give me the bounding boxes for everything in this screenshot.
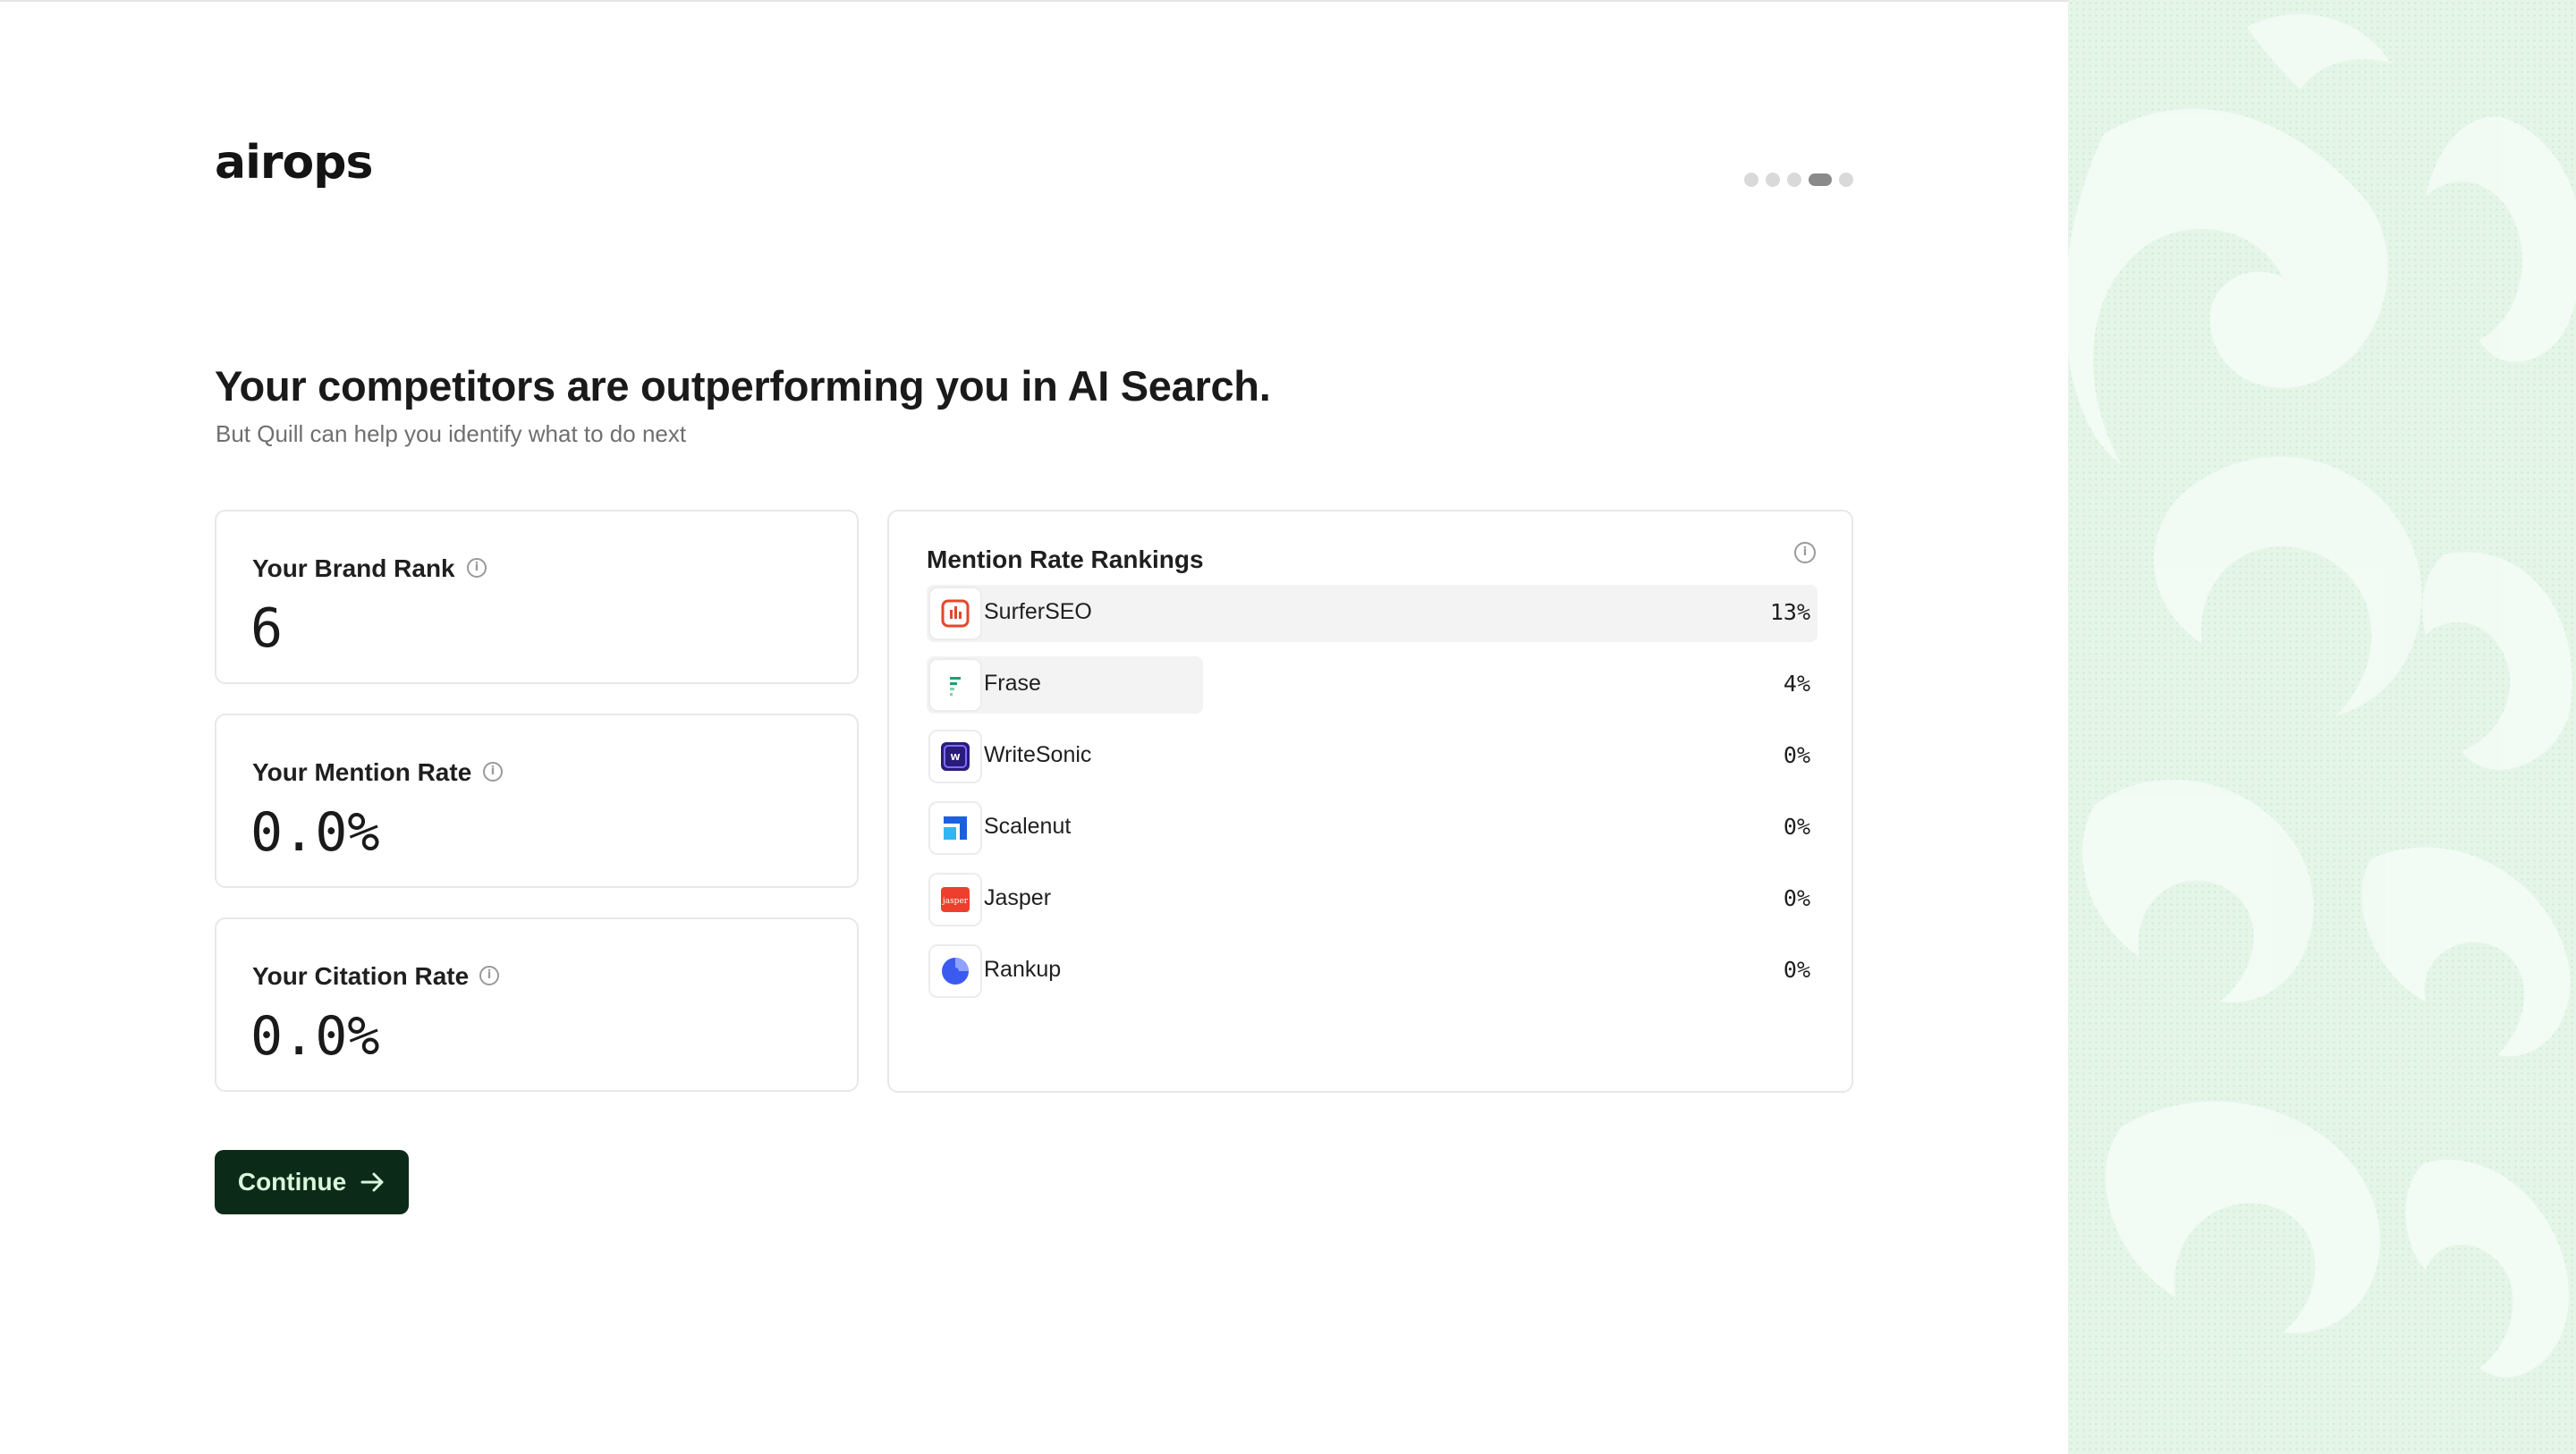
mention-rate-label: Your Mention Rate: [252, 758, 472, 786]
svg-text:W: W: [950, 753, 960, 763]
page-subtitle: But Quill can help you identify what to …: [216, 420, 687, 447]
jasper-logo-icon: jasper: [928, 873, 982, 926]
info-icon[interactable]: i: [479, 966, 499, 985]
mention-rate-value: 0.0%: [250, 801, 380, 864]
competitor-name: Scalenut: [984, 814, 1072, 839]
progress-dot-1: [1744, 173, 1758, 187]
competitor-pct: 0%: [1783, 957, 1810, 983]
competitor-pct: 13%: [1769, 599, 1810, 625]
citation-rate-card: Your Citation Rate i 0.0%: [215, 917, 859, 1092]
info-icon[interactable]: i: [1794, 542, 1816, 563]
info-icon[interactable]: i: [467, 558, 487, 578]
rankings-title: Mention Rate Rankings: [927, 545, 1204, 573]
continue-label: Continue: [237, 1168, 347, 1196]
competitor-name: WriteSonic: [984, 742, 1092, 767]
rankings-list: SurferSEO 13% Frase 4% W WriteSonic 0% S…: [927, 585, 1818, 1014]
page-title: Your competitors are outperforming you i…: [215, 362, 1271, 410]
progress-dot-5: [1839, 173, 1853, 187]
arrow-right-icon: [360, 1172, 384, 1192]
mention-rate-rankings-card: Mention Rate Rankings i SurferSEO 13% Fr…: [887, 510, 1853, 1093]
brand-rank-card: Your Brand Rank i 6: [215, 510, 859, 684]
progress-dot-2: [1766, 173, 1780, 187]
ranking-row-frase: Frase 4%: [927, 656, 1818, 714]
ranking-row-surferseo: SurferSEO 13%: [927, 585, 1818, 642]
competitor-pct: 4%: [1783, 671, 1810, 697]
competitor-name: Frase: [984, 671, 1041, 696]
decorative-side-panel: [2068, 0, 2576, 1454]
competitor-pct: 0%: [1783, 742, 1810, 768]
competitor-name: Jasper: [984, 885, 1052, 910]
info-icon[interactable]: i: [483, 762, 503, 782]
progress-dot-4-active: [1809, 173, 1832, 186]
competitor-pct: 0%: [1783, 814, 1810, 840]
frase-logo-icon: [928, 658, 982, 712]
rankup-logo-icon: [928, 944, 982, 998]
mention-rate-card: Your Mention Rate i 0.0%: [215, 714, 859, 888]
jasper-logo-text: jasper: [942, 897, 969, 906]
progress-dot-3: [1787, 173, 1801, 187]
scalenut-logo-icon: [928, 801, 982, 855]
competitor-name: Rankup: [984, 957, 1062, 982]
competitor-pct: 0%: [1783, 885, 1810, 911]
citation-rate-label: Your Citation Rate: [252, 962, 470, 990]
main-content: airops Your competitors are outperformin…: [0, 0, 2068, 1454]
airops-logo: airops: [215, 136, 373, 190]
ranking-row-jasper: jasper Jasper 0%: [927, 871, 1818, 928]
brand-rank-label: Your Brand Rank: [252, 554, 455, 582]
brand-rank-value: 6: [250, 597, 284, 660]
ranking-row-rankup: Rankup 0%: [927, 943, 1818, 1000]
citation-rate-value: 0.0%: [250, 1005, 380, 1068]
surferseo-logo-icon: [928, 587, 982, 640]
floral-ornament-graphic: [2068, 13, 2576, 1378]
ranking-row-writesonic: W WriteSonic 0%: [927, 728, 1818, 785]
writesonic-logo-icon: W: [928, 730, 982, 783]
ranking-row-scalenut: Scalenut 0%: [927, 799, 1818, 857]
continue-button[interactable]: Continue: [215, 1150, 409, 1214]
competitor-name: SurferSEO: [984, 599, 1092, 624]
step-progress: [1744, 173, 1853, 187]
